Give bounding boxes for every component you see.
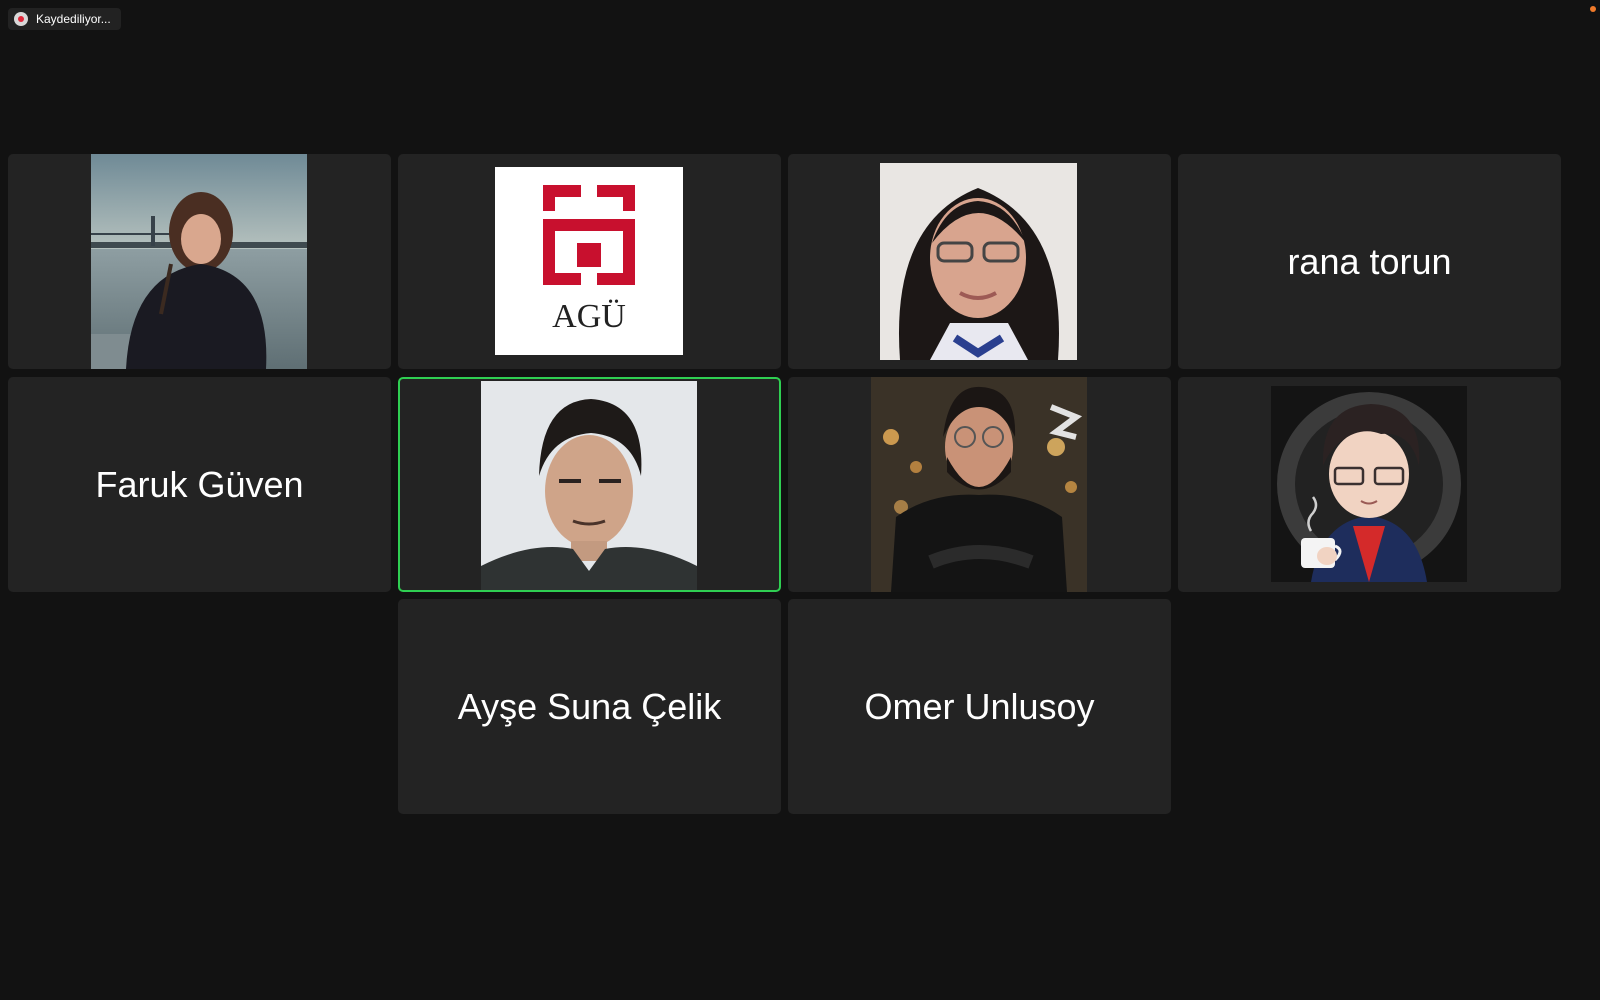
- participant-tile-6-active-speaker[interactable]: [398, 377, 781, 592]
- participant-tile-7[interactable]: [788, 377, 1171, 592]
- status-dot-icon: [1590, 6, 1596, 12]
- participant-video: [871, 377, 1087, 592]
- participant-name: rana torun: [1287, 240, 1452, 282]
- agu-logo-text: AGÜ: [552, 298, 626, 335]
- participant-tile-5[interactable]: Faruk Güven: [8, 377, 391, 592]
- recording-label: Kaydediliyor...: [36, 12, 111, 26]
- participant-tile-3[interactable]: [788, 154, 1171, 369]
- participant-tile-9[interactable]: Ayşe Suna Çelik: [398, 599, 781, 814]
- participant-tile-8[interactable]: [1178, 377, 1561, 592]
- participant-tile-2[interactable]: AGÜ: [398, 154, 781, 369]
- participant-name: Faruk Güven: [95, 463, 304, 505]
- participant-tile-1[interactable]: [8, 154, 391, 369]
- participant-video: [91, 154, 307, 369]
- meeting-gallery-view: Kaydediliyor... AGÜ rana torun Faruk Güv…: [0, 0, 1600, 1000]
- participant-name: Omer Unlusoy: [864, 685, 1095, 727]
- participant-name: Ayşe Suna Çelik: [457, 685, 722, 727]
- participant-video: [880, 163, 1077, 360]
- participant-video: [481, 381, 697, 590]
- participant-avatar: [1271, 386, 1467, 582]
- participant-tile-4[interactable]: rana torun: [1178, 154, 1561, 369]
- recording-indicator[interactable]: Kaydediliyor...: [8, 8, 121, 30]
- record-icon: [14, 12, 28, 26]
- agu-logo: AGÜ: [495, 167, 683, 355]
- participant-tile-10[interactable]: Omer Unlusoy: [788, 599, 1171, 814]
